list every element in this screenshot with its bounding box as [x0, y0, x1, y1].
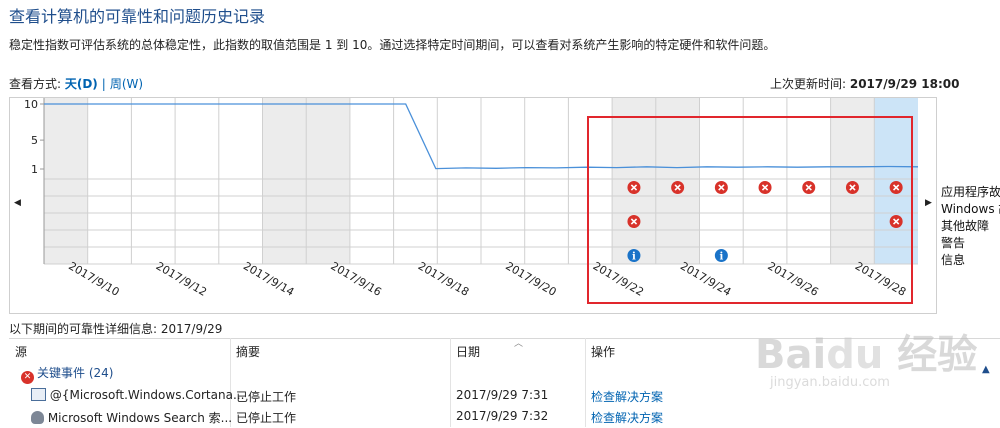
- service-user-icon: [31, 411, 44, 424]
- collapse-chevron-icon[interactable]: ▲: [982, 364, 990, 375]
- row-source: Microsoft Windows Search 索...: [47, 411, 233, 425]
- watermark-url: jingyan.baidu.com: [770, 375, 890, 390]
- column-divider[interactable]: [450, 338, 451, 427]
- critical-events-group[interactable]: ✕ 关键事件 (24): [21, 364, 113, 384]
- sort-caret-icon: ︿: [514, 339, 524, 349]
- x-tick-label: 2017/9/18: [416, 259, 471, 298]
- error-icon: ✕: [21, 371, 34, 384]
- row-date: 2017/9/29 7:32: [456, 409, 549, 423]
- check-solution-link[interactable]: 检查解决方案: [591, 388, 663, 405]
- legend-windows-failures: Windows 故障: [941, 202, 1000, 216]
- table-row[interactable]: Microsoft Windows Search 索...: [31, 409, 232, 426]
- table-row[interactable]: @{Microsoft.Windows.Cortana...: [31, 388, 244, 402]
- x-tick-label: 2017/9/10: [66, 259, 121, 298]
- column-header-action[interactable]: 操作: [591, 343, 615, 360]
- highlight-box: [587, 116, 913, 304]
- check-solution-link[interactable]: 检查解决方案: [591, 409, 663, 426]
- x-tick-label: 2017/9/20: [503, 259, 558, 298]
- column-divider[interactable]: [585, 338, 586, 427]
- legend-warnings: 警告: [941, 236, 966, 250]
- critical-events-label: 关键事件 (24): [37, 366, 114, 380]
- legend-misc-failures: 其他故障: [941, 219, 990, 233]
- day-column-background: [262, 98, 307, 264]
- x-tick-label: 2017/9/14: [241, 259, 296, 298]
- column-header-summary[interactable]: 摘要: [236, 343, 260, 360]
- y-tick-label: 1: [31, 163, 38, 176]
- day-column-background: [306, 98, 350, 264]
- column-header-date[interactable]: 日期: [456, 343, 480, 360]
- row-summary: 已停止工作: [236, 411, 297, 425]
- y-tick-label: 5: [31, 134, 38, 147]
- legend-app-failures: 应用程序故障: [941, 185, 1000, 199]
- y-tick-label: 10: [24, 98, 38, 111]
- row-summary: 已停止工作: [236, 390, 297, 404]
- row-date: 2017/9/29 7:31: [456, 388, 549, 402]
- row-source: @{Microsoft.Windows.Cortana...: [49, 388, 245, 402]
- x-tick-label: 2017/9/12: [154, 259, 209, 298]
- details-title: 以下期间的可靠性详细信息: 2017/9/29: [9, 322, 223, 336]
- day-column-background: [44, 98, 88, 264]
- x-tick-label: 2017/9/16: [328, 259, 383, 298]
- app-window-icon: [31, 388, 46, 401]
- legend-information: 信息: [941, 253, 966, 267]
- baidu-jingyan-watermark: Baidu 经验: [755, 332, 978, 378]
- column-header-source[interactable]: 源: [15, 343, 27, 360]
